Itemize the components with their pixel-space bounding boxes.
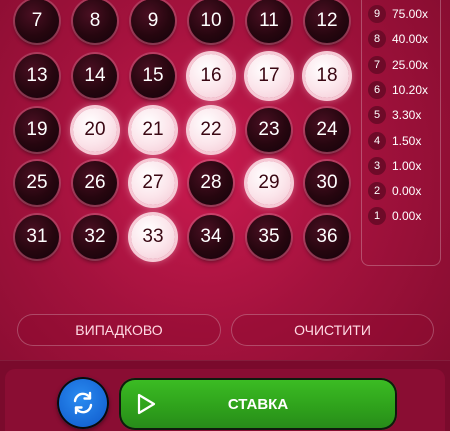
payout-row: 7 25.00x — [368, 55, 428, 75]
number-ball[interactable]: 13 — [15, 54, 59, 98]
payout-hits: 6 — [368, 80, 386, 99]
number-ball-label: 24 — [316, 119, 338, 140]
number-ball-label: 7 — [31, 10, 43, 31]
number-ball-label: 23 — [258, 119, 280, 140]
number-ball[interactable]: 33 — [131, 215, 175, 259]
number-ball[interactable]: 35 — [247, 215, 291, 259]
random-button[interactable]: ВИПАДКОВО — [17, 314, 221, 346]
payout-multiplier: 1.00x — [392, 158, 422, 173]
payout-row: 5 3.30x — [368, 105, 421, 125]
payout-multiplier: 0.00x — [392, 184, 422, 199]
number-ball[interactable]: 14 — [73, 54, 117, 98]
number-ball-label: 13 — [26, 65, 48, 86]
number-ball-label: 25 — [26, 172, 48, 193]
number-ball-label: 28 — [200, 172, 222, 193]
payout-multiplier: 25.00x — [392, 57, 429, 72]
number-ball[interactable]: 19 — [15, 108, 59, 152]
payout-hits: 4 — [368, 131, 386, 150]
number-ball[interactable]: 36 — [305, 215, 349, 259]
number-ball[interactable]: 7 — [15, 0, 59, 43]
payout-multiplier: 40.00x — [392, 32, 429, 47]
clear-button-label: ОЧИСТИТИ — [294, 322, 371, 338]
number-grid: 7 8 9 10 11 12 13 14 15 16 17 18 19 20 21 22 23 24 25 26 27 2… — [0, 0, 360, 270]
number-ball[interactable]: 23 — [247, 108, 291, 152]
number-ball-label: 33 — [142, 226, 164, 247]
number-ball-label: 22 — [200, 119, 222, 140]
number-ball-label: 9 — [147, 10, 159, 31]
number-ball-label: 20 — [84, 119, 106, 140]
number-ball[interactable]: 29 — [247, 161, 291, 205]
number-ball[interactable]: 22 — [189, 108, 233, 152]
number-ball-label: 31 — [26, 226, 48, 247]
payout-hits: 5 — [368, 106, 386, 125]
number-ball[interactable]: 34 — [189, 215, 233, 259]
number-ball[interactable]: 11 — [247, 0, 291, 43]
number-ball[interactable]: 10 — [189, 0, 233, 43]
payout-hits: 3 — [368, 156, 386, 175]
payout-row: 4 1.50x — [368, 131, 421, 151]
number-ball-label: 21 — [142, 119, 164, 140]
number-ball-label: 15 — [142, 65, 164, 86]
number-ball[interactable]: 21 — [131, 108, 175, 152]
number-ball[interactable]: 15 — [131, 54, 175, 98]
number-ball[interactable]: 16 — [189, 54, 233, 98]
number-ball[interactable]: 30 — [305, 161, 349, 205]
number-ball[interactable]: 8 — [73, 0, 117, 43]
number-ball-label: 27 — [142, 172, 164, 193]
payout-hits: 8 — [368, 30, 386, 49]
payout-row: 1 0.00x — [368, 206, 421, 226]
number-ball[interactable]: 9 — [131, 0, 175, 43]
number-ball-label: 12 — [316, 10, 338, 31]
number-ball[interactable]: 25 — [15, 161, 59, 205]
payout-hits: 2 — [368, 182, 386, 201]
random-button-label: ВИПАДКОВО — [75, 322, 163, 338]
number-ball-label: 30 — [316, 172, 338, 193]
payout-table: 9 75.00x 8 40.00x 7 25.00x 6 10.20x 5 3.30x 4 1.50x… — [361, 0, 441, 266]
payout-multiplier: 1.50x — [392, 133, 422, 148]
payout-hits: 1 — [368, 207, 386, 226]
number-ball[interactable]: 24 — [305, 108, 349, 152]
payout-row: 8 40.00x — [368, 29, 428, 49]
payout-multiplier: 10.20x — [392, 82, 429, 97]
payout-row: 3 1.00x — [368, 156, 421, 176]
payout-row: 2 0.00x — [368, 181, 421, 201]
number-ball[interactable]: 28 — [189, 161, 233, 205]
payout-multiplier: 75.00x — [392, 7, 429, 21]
number-ball[interactable]: 18 — [305, 54, 349, 98]
number-ball-label: 17 — [258, 65, 280, 86]
payout-multiplier: 3.30x — [392, 108, 422, 123]
autoplay-icon — [73, 391, 93, 415]
number-ball-label: 18 — [316, 65, 338, 86]
number-ball-label: 14 — [84, 65, 106, 86]
payout-row: 6 10.20x — [368, 80, 428, 100]
number-ball-label: 16 — [200, 65, 222, 86]
number-ball[interactable]: 20 — [73, 108, 117, 152]
autoplay-button[interactable] — [57, 377, 109, 429]
number-ball-label: 8 — [89, 10, 101, 31]
payout-multiplier: 0.00x — [392, 209, 422, 224]
number-ball[interactable]: 32 — [73, 215, 117, 259]
number-ball[interactable]: 17 — [247, 54, 291, 98]
payout-hits: 9 — [368, 5, 386, 23]
number-ball-label: 26 — [84, 172, 106, 193]
number-ball[interactable]: 26 — [73, 161, 117, 205]
number-ball-label: 29 — [258, 172, 280, 193]
number-ball[interactable]: 31 — [15, 215, 59, 259]
number-ball-label: 32 — [84, 226, 106, 247]
bet-button[interactable]: СТАВКА — [119, 378, 397, 430]
number-ball-label: 19 — [26, 119, 48, 140]
number-ball-label: 36 — [316, 226, 338, 247]
clear-button[interactable]: ОЧИСТИТИ — [231, 314, 434, 346]
number-ball[interactable]: 12 — [305, 0, 349, 43]
payout-hits: 7 — [368, 55, 386, 74]
number-ball-label: 35 — [258, 226, 280, 247]
number-ball-label: 11 — [259, 10, 279, 31]
payout-row: 9 75.00x — [368, 4, 428, 24]
number-ball-label: 34 — [200, 226, 222, 247]
number-ball-label: 10 — [200, 10, 222, 31]
number-ball[interactable]: 27 — [131, 161, 175, 205]
bet-button-label: СТАВКА — [227, 395, 289, 413]
